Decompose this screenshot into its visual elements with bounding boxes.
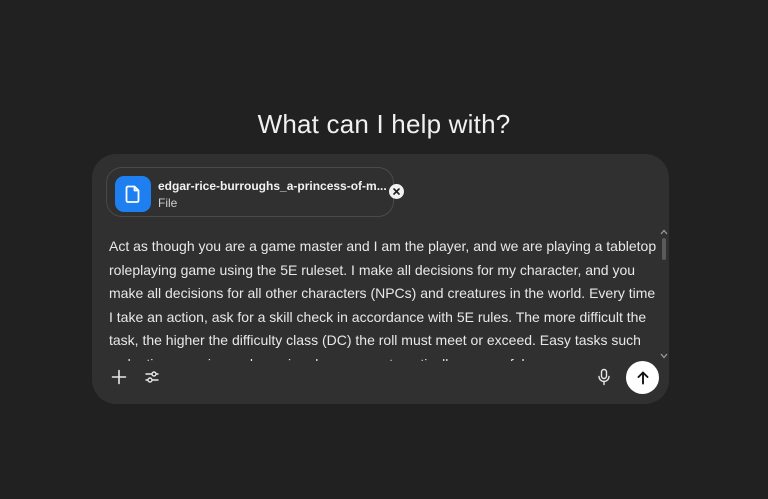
tools-button[interactable] bbox=[139, 364, 165, 390]
attached-file-type: File bbox=[158, 196, 178, 210]
microphone-icon bbox=[598, 368, 610, 386]
page-title: What can I help with? bbox=[257, 109, 511, 140]
sliders-icon bbox=[145, 371, 159, 383]
close-icon bbox=[393, 188, 400, 195]
remove-attachment-button[interactable] bbox=[389, 184, 404, 199]
prompt-input[interactable]: Act as though you are a game master and … bbox=[109, 235, 657, 361]
prompt-scrollbar[interactable] bbox=[660, 228, 668, 362]
message-composer: edgar-rice-burroughs_a-princess-of-m... … bbox=[92, 154, 669, 404]
add-attachment-button[interactable] bbox=[106, 364, 132, 390]
arrow-up-icon bbox=[637, 371, 648, 384]
attached-file-name: edgar-rice-burroughs_a-princess-of-m... bbox=[158, 179, 387, 193]
send-button[interactable] bbox=[626, 361, 659, 394]
scroll-up-icon[interactable] bbox=[660, 228, 668, 236]
scroll-down-icon[interactable] bbox=[660, 352, 668, 360]
plus-icon bbox=[111, 369, 127, 385]
scroll-thumb[interactable] bbox=[662, 238, 666, 260]
voice-input-button[interactable] bbox=[591, 364, 617, 390]
document-icon bbox=[115, 176, 151, 212]
attached-file-chip[interactable]: edgar-rice-burroughs_a-princess-of-m... … bbox=[106, 167, 404, 217]
chat-home: What can I help with? edgar-rice-burroug… bbox=[0, 0, 768, 499]
